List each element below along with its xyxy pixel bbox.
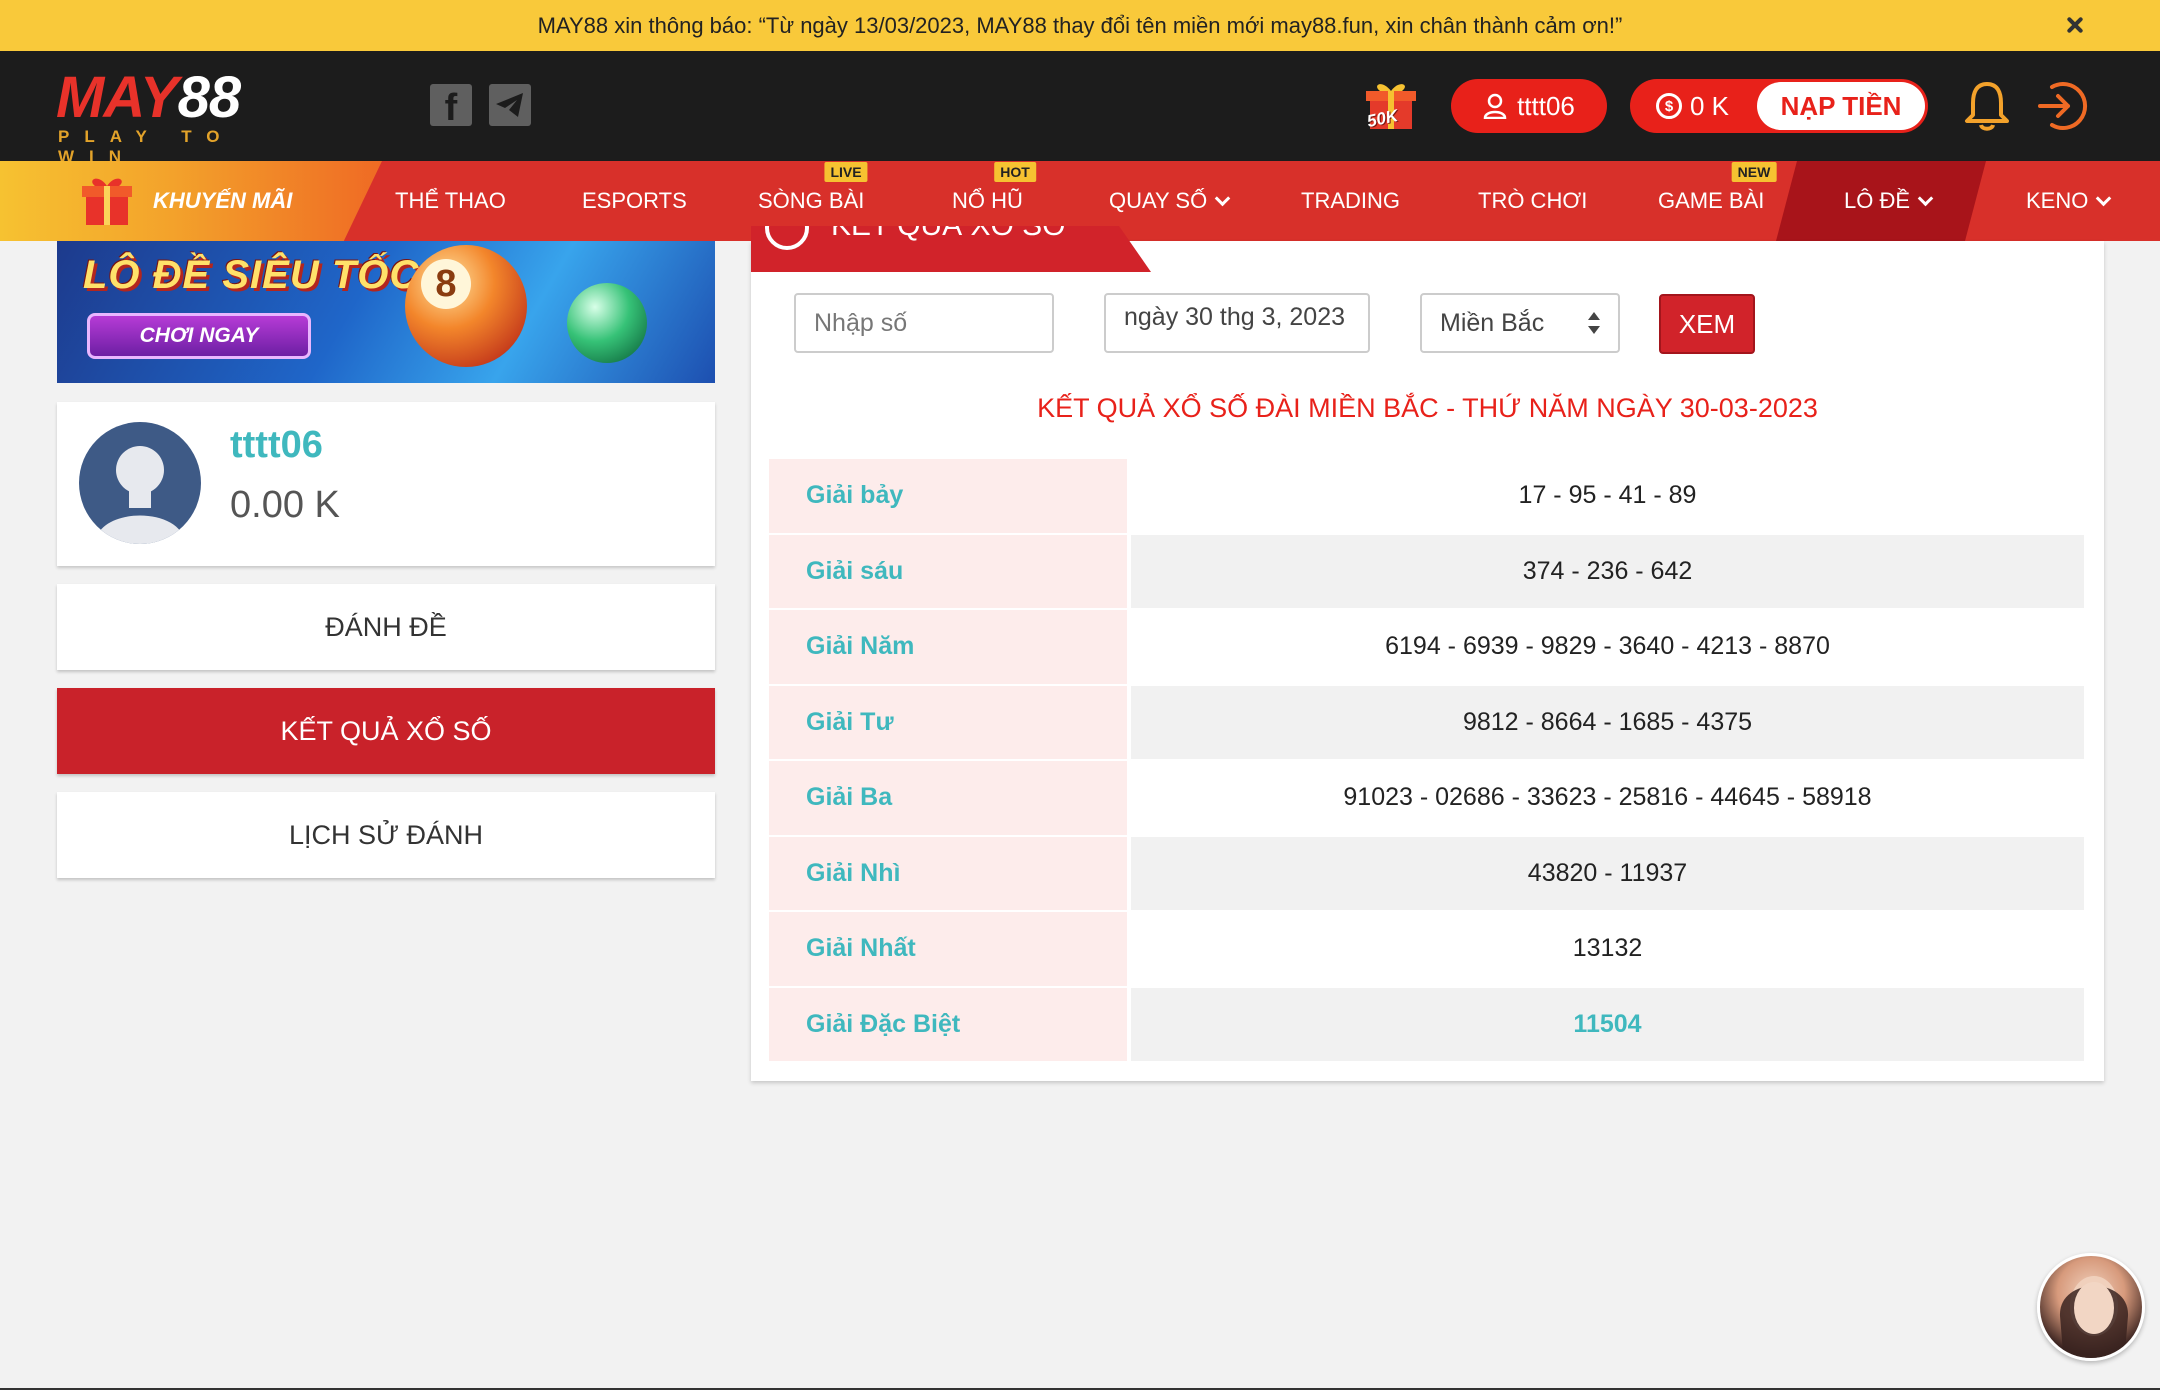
nav-label: LÔ ĐỀ [1844,188,1911,213]
table-row: Giải sáu 374 - 236 - 642 [769,534,2084,610]
table-row: Giải Tư 9812 - 8664 - 1685 - 4375 [769,685,2084,761]
lottery-icon [765,226,809,250]
logo-text-88: 88 [177,65,242,130]
bet-history-button[interactable]: LỊCH SỬ ĐÁNH [57,792,715,878]
profile-card: tttt06 0.00 K [57,402,715,566]
prize-label: Giải Đặc Biệt [769,987,1127,1063]
prize-label: Giải Ba [769,761,1127,837]
hot-badge: HOT [994,162,1036,182]
prize-label: Giải Năm [769,610,1127,686]
deposit-button[interactable]: NẠP TIỀN [1757,82,1925,130]
logo[interactable]: MAY88 PLAY TO WIN [56,69,316,167]
ball-number: 8 [421,259,471,309]
logout-icon[interactable] [2034,79,2088,133]
date-value: ngày 30 thg 3, 2023 [1124,303,1346,331]
nav-item-tro-choi[interactable]: TRÒ CHƠI [1478,161,1587,241]
nav-label: TRADING [1301,188,1400,213]
panel-tab-label: KẾT QUẢ XỔ SỐ [831,226,1066,248]
view-button[interactable]: XEM [1659,294,1755,354]
coin-icon: $ [1656,93,1682,119]
user-icon [1483,93,1507,119]
table-row: Giải bảy 17 - 95 - 41 - 89 [769,459,2084,535]
nav-item-quay-so[interactable]: QUAY SỐ [1109,161,1231,241]
logo-text-may: MAY [56,65,179,130]
live-badge: LIVE [824,162,868,182]
table-row: Giải Nhì 43820 - 11937 [769,836,2084,912]
nav-item-lo-de[interactable]: LÔ ĐỀ [1844,161,1934,241]
close-icon[interactable] [2062,12,2088,38]
panel-tab: KẾT QUẢ XỔ SỐ [751,226,1151,272]
nav-label: KENO [2026,188,2089,213]
nav-promo-label: KHUYẾN MÃI [153,188,293,213]
table-row: Giải Đặc Biệt 11504 [769,987,2084,1063]
results-table: Giải bảy 17 - 95 - 41 - 89 Giải sáu 374 - … [769,459,2084,1063]
header-username: tttt06 [1517,90,1575,121]
nav-label: NỔ HŨ [952,188,1023,213]
number-input[interactable]: Nhập số [794,293,1054,353]
nav-label: SÒNG BÀI [758,188,865,213]
prize-value: 13132 [1131,912,2084,988]
banner-title: LÔ ĐỀ SIÊU TỐC [83,253,420,297]
new-badge: NEW [1731,162,1777,182]
nav-item-keno[interactable]: KENO [2026,161,2112,241]
telegram-icon[interactable] [489,84,531,126]
chevron-down-icon [1214,190,1231,207]
prize-label: Giải sáu [769,534,1127,610]
nav-item-esports[interactable]: ESPORTS [582,161,687,241]
nav-label: THỂ THAO [395,188,506,213]
profile-username: tttt06 [230,424,323,466]
results-title: KẾT QUẢ XỔ SỐ ĐÀI MIỀN BẮC - THỨ NĂM NGÀ… [1037,393,1818,423]
gift-icon[interactable]: 50K [1362,79,1420,135]
region-value: Miền Bắc [1440,308,1545,337]
prize-value: 17 - 95 - 41 - 89 [1131,459,2084,535]
gift-icon [82,178,132,225]
nav-label: GAME BÀI [1658,188,1765,213]
nav-label: QUAY SỐ [1109,188,1208,213]
table-row: Giải Nhất 13132 [769,912,2084,988]
prize-value: 91023 - 02686 - 33623 - 25816 - 44645 - … [1131,761,2084,837]
prize-value: 374 - 236 - 642 [1131,534,2084,610]
avatar [79,422,201,544]
lottery-ball-icon: 8 [405,245,527,367]
prize-value: 9812 - 8664 - 1685 - 4375 [1131,685,2084,761]
nav-label: TRÒ CHƠI [1478,188,1588,213]
region-select[interactable]: Miền Bắc [1420,293,1620,353]
chevron-down-icon [1917,190,1934,207]
date-field[interactable]: ngày 30 thg 3, 2023 [1104,293,1370,353]
lottery-ball-icon [567,283,647,363]
user-account-button[interactable]: tttt06 [1451,79,1607,133]
prize-label: Giải bảy [769,459,1127,535]
table-row: Giải Ba 91023 - 02686 - 33623 - 25816 - 4… [769,761,2084,837]
promo-banner[interactable]: LÔ ĐỀ SIÊU TỐC CHƠI NGAY 8 [57,241,715,383]
wallet: $ 0 K NẠP TIỀN [1630,79,1928,133]
site-header: MAY88 PLAY TO WIN f 50K tttt06 $ 0 K NẠP… [0,51,2160,167]
bet-button[interactable]: ĐÁNH ĐỀ [57,584,715,670]
play-now-button[interactable]: CHƠI NGAY [87,313,311,359]
nav-item-game-bai[interactable]: NEW GAME BÀI [1658,161,1777,241]
nav-label: ESPORTS [582,188,687,213]
lottery-results-button[interactable]: KẾT QUẢ XỔ SỐ [57,688,715,774]
prize-label: Giải Nhất [769,912,1127,988]
nav-item-trading[interactable]: TRADING [1301,161,1400,241]
nav-item-the-thao[interactable]: THỂ THAO [395,161,506,241]
select-arrows-icon [1588,312,1600,334]
prize-label: Giải Tư [769,685,1127,761]
support-chat-avatar[interactable] [2037,1253,2145,1361]
prize-label: Giải Nhì [769,836,1127,912]
nav-item-khuyen-mai[interactable]: KHUYẾN MÃI [0,161,382,241]
notice-text: MAY88 xin thông báo: “Từ ngày 13/03/2023… [537,12,1623,38]
chevron-down-icon [2096,190,2112,207]
profile-balance: 0.00 K [230,484,340,526]
wallet-balance[interactable]: $ 0 K [1656,79,1729,133]
notice-bar: MAY88 xin thông báo: “Từ ngày 13/03/2023… [0,0,2160,51]
special-prize-value: 11504 [1131,987,2084,1063]
prize-value: 6194 - 6939 - 9829 - 3640 - 4213 - 8870 [1131,610,2084,686]
prize-value: 43820 - 11937 [1131,836,2084,912]
wallet-balance-value: 0 K [1690,90,1730,121]
number-input-placeholder: Nhập số [814,308,908,337]
table-row: Giải Năm 6194 - 6939 - 9829 - 3640 - 4213… [769,610,2084,686]
bell-icon[interactable] [1962,79,2012,131]
facebook-icon[interactable]: f [430,84,472,129]
